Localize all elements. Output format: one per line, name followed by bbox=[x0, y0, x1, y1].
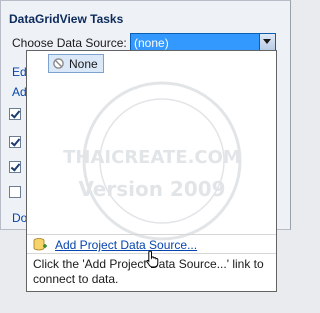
data-source-combobox[interactable]: (none) bbox=[130, 33, 276, 51]
database-add-icon bbox=[33, 238, 47, 251]
enable-deleting-checkbox[interactable] bbox=[9, 161, 21, 173]
watermark-seal-icon bbox=[82, 81, 242, 241]
enable-adding-checkbox[interactable] bbox=[9, 108, 21, 120]
tree-item-label: None bbox=[69, 56, 98, 71]
dropdown-arrow-button[interactable] bbox=[259, 34, 275, 50]
hand-cursor-icon bbox=[146, 250, 159, 268]
add-column-link-partial[interactable]: Ad bbox=[12, 85, 27, 99]
chevron-down-icon bbox=[263, 39, 271, 44]
watermark: THAICREATE.COM Version 2009 bbox=[37, 81, 267, 251]
no-entry-icon bbox=[53, 58, 64, 69]
watermark-version-text: Version 2009 bbox=[78, 177, 226, 201]
enable-editing-checkbox[interactable] bbox=[9, 136, 21, 148]
panel-title: DataGridView Tasks bbox=[9, 12, 124, 26]
choose-data-source-label: Choose Data Source: bbox=[12, 36, 127, 50]
combo-selected-value: (none) bbox=[134, 36, 169, 50]
enable-reordering-checkbox[interactable] bbox=[9, 186, 21, 198]
tree-item-none[interactable]: None bbox=[48, 54, 104, 73]
watermark-site-text: THAICREATE.COM bbox=[63, 147, 241, 168]
add-project-data-source-link[interactable]: Add Project Data Source... bbox=[55, 238, 197, 252]
